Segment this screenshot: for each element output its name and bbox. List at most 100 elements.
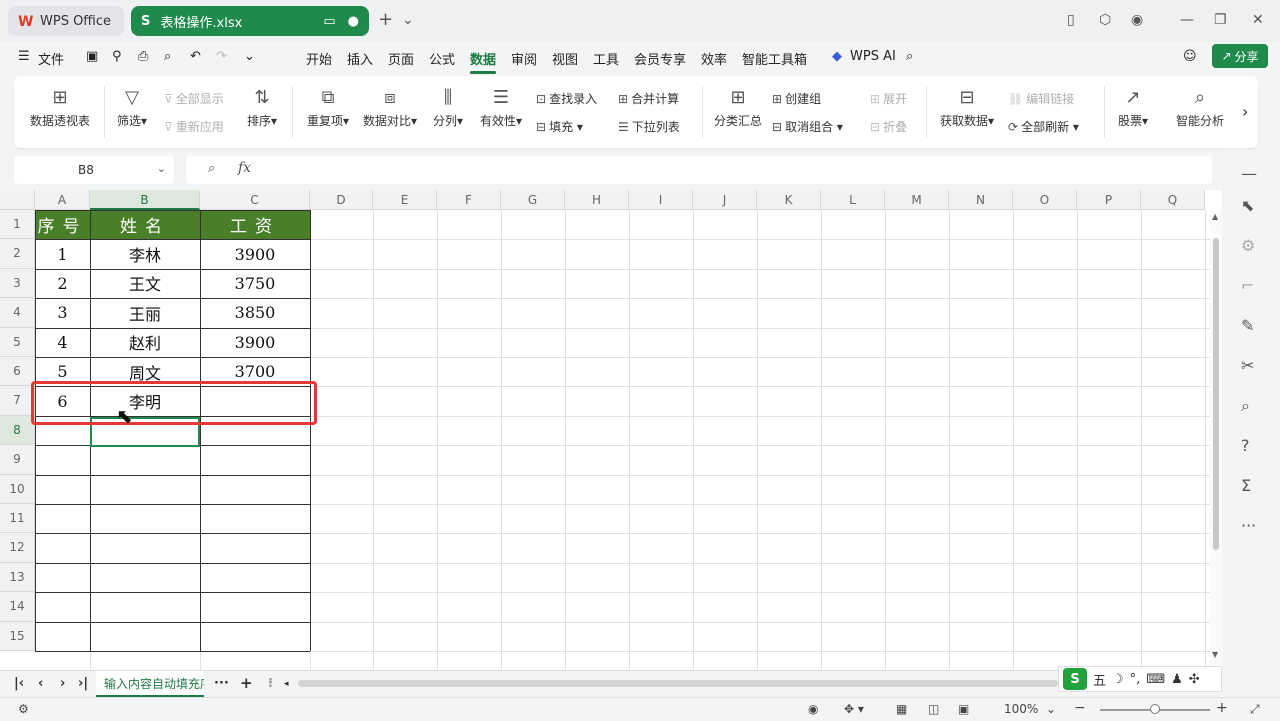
header-cell-c[interactable]: 工资 — [200, 210, 310, 240]
normal-view-icon[interactable]: ▦ — [896, 702, 907, 716]
select-all-corner[interactable] — [0, 190, 35, 210]
chevron-down-icon[interactable]: ⌄ — [157, 162, 166, 175]
crop-icon[interactable]: ⌐ — [1241, 276, 1254, 295]
tab-wps-office[interactable]: W WPS Office — [8, 6, 124, 36]
menu-start[interactable]: 开始 — [306, 49, 332, 68]
more-icon[interactable]: ··· — [1241, 516, 1256, 535]
menu-review[interactable]: 审阅 — [511, 49, 537, 68]
horizontal-scrollbar[interactable] — [298, 680, 1058, 687]
add-sheet-button[interactable]: + — [240, 674, 253, 692]
splitter-icon[interactable]: ⁝ — [268, 676, 273, 691]
refresh-all-button[interactable]: ⟳ 全部刷新 ▾ — [1008, 118, 1079, 135]
move-icon[interactable]: ✥ ▾ — [844, 702, 864, 716]
sort-button[interactable]: ⇅ 排序▾ — [242, 84, 282, 129]
layout-icon[interactable]: ▯ — [1067, 12, 1075, 28]
zoom-level[interactable]: 100% — [1004, 702, 1038, 716]
lookup-entry-button[interactable]: ⊡ 查找录入 — [536, 90, 597, 107]
dropdown-list-button[interactable]: ☰ 下拉列表 — [618, 118, 680, 135]
data-cell-a3[interactable]: 2 — [35, 269, 90, 298]
column-header-m[interactable]: M — [885, 190, 949, 210]
minimize-button[interactable]: — — [1180, 12, 1194, 28]
data-cell-a5[interactable]: 4 — [35, 328, 90, 357]
print-icon[interactable]: ⎙ — [138, 49, 148, 64]
close-button[interactable]: ✕ — [1252, 12, 1264, 28]
fill-button[interactable]: ⊟ 填充 ▾ — [536, 118, 583, 135]
hamburger-icon[interactable]: ☰ — [18, 49, 30, 64]
menu-member[interactable]: 会员专享 — [634, 49, 686, 68]
validity-button[interactable]: ☰ 有效性▾ — [474, 84, 528, 129]
search-icon[interactable]: ⌕ — [906, 49, 913, 64]
formula-input[interactable]: ⌕ fx — [186, 156, 1212, 184]
column-header-n[interactable]: N — [949, 190, 1013, 210]
first-sheet-icon[interactable]: |‹ — [14, 676, 24, 691]
data-cell-b3[interactable]: 王文 — [90, 269, 200, 298]
last-sheet-icon[interactable]: ›| — [78, 676, 88, 691]
column-header-g[interactable]: G — [501, 190, 565, 210]
save-icon[interactable]: ▣ — [86, 49, 98, 64]
menu-tools[interactable]: 工具 — [593, 49, 619, 68]
get-data-button[interactable]: ⊟ 获取数据▾ — [934, 84, 1000, 129]
punct-icon[interactable]: °, — [1130, 672, 1141, 687]
fx-icon[interactable]: fx — [238, 160, 251, 176]
data-cell-c2[interactable]: 3900 — [200, 239, 310, 268]
name-box[interactable]: B8 ⌄ — [14, 156, 174, 184]
row-header-14[interactable]: 14 — [0, 592, 35, 622]
vertical-scroll-thumb[interactable] — [1213, 238, 1219, 550]
header-cell-b[interactable]: 姓名 — [90, 210, 200, 240]
compare-button[interactable]: ⧈ 数据对比▾ — [360, 84, 420, 129]
avatar[interactable]: ◉ — [1131, 12, 1143, 28]
row-header-13[interactable]: 13 — [0, 562, 35, 593]
cube-icon[interactable]: ⬡ — [1099, 12, 1111, 28]
user-icon[interactable]: ♟ — [1171, 672, 1183, 687]
sheet-tab-active[interactable]: 输入内容自动填充序 — [96, 671, 204, 697]
ungroup-button[interactable]: ⊟ 取消组合 ▾ — [772, 118, 843, 135]
undo-icon[interactable]: ↶ — [190, 49, 201, 64]
help-icon[interactable]: ? — [1241, 436, 1250, 455]
collapse-button[interactable]: ⊟ 折叠 — [870, 118, 907, 135]
row-header-3[interactable]: 3 — [0, 268, 35, 299]
stocks-button[interactable]: ↗ 股票▾ — [1110, 84, 1156, 129]
share-button[interactable]: ↗ 分享 — [1212, 44, 1268, 68]
zoom-icon[interactable]: ⌕ — [208, 161, 215, 176]
split-column-button[interactable]: ⫼ 分列▾ — [428, 84, 468, 129]
column-header-l[interactable]: L — [821, 190, 885, 210]
row-header-2[interactable]: 2 — [0, 239, 35, 269]
data-cell-b4[interactable]: 王丽 — [90, 298, 200, 327]
row-header-15[interactable]: 15 — [0, 621, 35, 651]
prev-sheet-icon[interactable]: ‹ — [38, 676, 43, 691]
row-header-4[interactable]: 4 — [0, 298, 35, 328]
filter-button[interactable]: ▽ 筛选▾ — [112, 84, 152, 129]
page-break-icon[interactable]: ▣ — [958, 702, 969, 716]
column-header-i[interactable]: I — [629, 190, 693, 210]
show-all-button[interactable]: ⊽ 全部显示 — [164, 90, 224, 107]
scroll-down-icon[interactable]: ▼ — [1212, 650, 1218, 659]
unsaved-dot-icon[interactable]: ● — [348, 14, 359, 29]
row-header-8[interactable]: 8 — [0, 415, 35, 446]
apps-icon[interactable]: ✣ — [1189, 672, 1200, 687]
edit-links-button[interactable]: ⛓ 编辑链接 — [1008, 90, 1074, 107]
zoom-in-button[interactable]: + — [1216, 700, 1228, 716]
data-cell-c4[interactable]: 3850 — [200, 298, 310, 327]
menu-view[interactable]: 视图 — [552, 49, 578, 68]
redo-icon[interactable]: ↷ — [216, 49, 227, 64]
column-header-c[interactable]: C — [200, 190, 310, 210]
data-cell-c5[interactable]: 3900 — [200, 328, 310, 357]
more-dropdown-icon[interactable]: ⌄ — [244, 49, 255, 64]
tab-file[interactable]: S 表格操作.xlsx ▭ ● — [131, 6, 369, 36]
fullscreen-icon[interactable]: ⤢ — [1250, 702, 1260, 717]
row-header-7[interactable]: 7 — [0, 386, 35, 416]
duplicates-button[interactable]: ⧉ 重复项▾ — [302, 84, 354, 129]
column-header-h[interactable]: H — [565, 190, 629, 210]
column-header-b[interactable]: B — [90, 190, 200, 210]
data-cell-b5[interactable]: 赵利 — [90, 328, 200, 357]
collapse-panel-icon[interactable]: — — [1241, 164, 1257, 183]
column-header-f[interactable]: F — [437, 190, 501, 210]
chat-icon[interactable]: ☺ — [1183, 49, 1197, 64]
select-cursor-icon[interactable]: ⬉ — [1241, 196, 1254, 215]
tools-icon[interactable]: ✂ — [1241, 356, 1254, 375]
vertical-scrollbar[interactable]: ▲ ▼ — [1210, 210, 1222, 665]
menu-smart-toolbox[interactable]: 智能工具箱 — [742, 49, 807, 68]
next-sheet-icon[interactable]: › — [60, 676, 65, 691]
sum-icon[interactable]: Σ — [1241, 476, 1251, 495]
row-header-10[interactable]: 10 — [0, 474, 35, 504]
